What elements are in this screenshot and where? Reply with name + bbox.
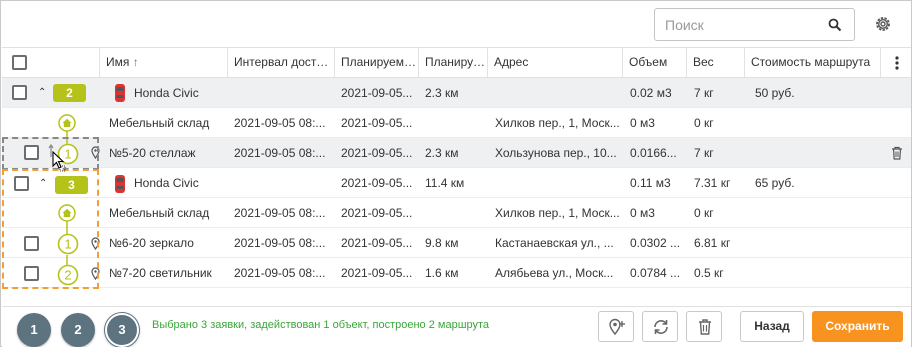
column-header-planned-time[interactable]: Планируемое время [334,48,418,77]
search-input[interactable] [665,15,825,35]
trash-icon [699,319,711,335]
column-header-planned-mileage[interactable]: Планируемый пробег [418,48,487,77]
mouse-cursor-icon [52,151,66,172]
planned-time: 2021-09-05... [341,176,413,190]
step-circle-1[interactable]: 1 [17,313,51,347]
save-button[interactable]: Сохранить [812,311,903,342]
column-header-address[interactable]: Адрес [487,48,622,77]
order-name: №7-20 светильник [109,266,212,280]
vehicle-name: Honda Civic [134,86,199,100]
volume: 0.11 м3 [630,176,671,190]
planned-mileage: 2.3 км [425,86,459,100]
volume: 0 м3 [630,206,655,220]
warehouse-row[interactable]: Мебельный склад 2021-09-05 08:... 2021-0… [2,108,911,138]
warehouse-row[interactable]: Мебельный склад 2021-09-05 08:... 2021-0… [2,198,911,228]
order-name: №6-20 зеркало [109,236,194,250]
weight: 7.31 кг [694,176,731,190]
address: Алябьева ул., Моск... [495,266,614,280]
weight: 7 кг [694,146,714,160]
refresh-icon [654,320,668,334]
delivery-interval: 2021-09-05 08:... [234,146,326,160]
delete-button[interactable] [686,311,722,342]
planned-mileage: 11.4 км [425,176,465,190]
planned-time: 2021-09-05... [341,146,413,160]
person-pin-icon [609,318,625,336]
warehouse-name: Мебельный склад [109,206,210,220]
column-header-cost[interactable]: Стоимость маршрута [744,48,880,77]
volume: 0 м3 [630,116,655,130]
route-cost: 65 руб. [755,176,795,190]
volume: 0.0166... [630,146,677,160]
planned-time: 2021-09-05... [341,236,413,250]
volume: 0.0302 ... [630,236,681,250]
volume: 0.02 м3 [630,86,672,100]
delivery-interval: 2021-09-05 08:... [234,236,326,250]
trash-icon[interactable] [891,146,903,160]
search-icon[interactable] [828,18,842,32]
volume: 0.0784 ... [630,266,681,280]
column-header-weight[interactable]: Вес [686,48,744,77]
assign-vehicle-button[interactable] [598,311,634,342]
address: Хилков пер., 1, Моск... [495,116,620,130]
address: Хользунова пер., 10... [495,146,617,160]
address: Кастанаевская ул., ... [495,236,614,250]
delivery-interval: 2021-09-05 08:... [234,116,326,130]
planned-mileage: 2.3 км [425,146,459,160]
gear-icon[interactable] [874,15,892,33]
planned-mileage: 1.6 км [425,266,459,280]
order-row[interactable]: 2 №7-20 светильник 2021-09-05 08:... 202… [2,258,911,288]
planned-time: 2021-09-05... [341,266,413,280]
order-name: №5-20 стеллаж [109,146,196,160]
vehicle-name: Honda Civic [134,176,199,190]
warehouse-name: Мебельный склад [109,116,210,130]
more-vertical-icon[interactable] [894,56,900,70]
planned-mileage: 9.8 км [425,236,459,250]
route-row[interactable]: ⌃ 2 Honda Civic 2021-09-05... 2.3 км 0.0… [2,78,911,108]
delivery-interval: 2021-09-05 08:... [234,266,326,280]
planned-time: 2021-09-05... [341,116,413,130]
order-row[interactable]: 1 №5-20 стеллаж 2021-09-05 08:... 2021-0… [2,138,911,168]
drag-source-outline [2,137,99,170]
weight: 0.5 кг [694,266,724,280]
app-window: Имя ↑ Интервал доставки Планируемое врем… [0,0,912,347]
drop-target-outline [2,169,99,289]
weight: 0 кг [694,206,714,220]
step-circle-2[interactable]: 2 [61,313,95,347]
weight: 6.81 кг [694,236,731,250]
weight: 7 кг [694,86,714,100]
route-row[interactable]: ⌃ 3 Honda Civic 2021-09-05... 11.4 км 0.… [2,168,911,198]
planned-time: 2021-09-05... [341,206,413,220]
column-header-interval[interactable]: Интервал доставки [227,48,334,77]
address: Хилков пер., 1, Моск... [495,206,620,220]
column-header-volume[interactable]: Объем [622,48,686,77]
order-row[interactable]: 1 №6-20 зеркало 2021-09-05 08:... 2021-0… [2,228,911,258]
column-menu-button[interactable] [880,48,911,77]
planned-time: 2021-09-05... [341,86,413,100]
back-button[interactable]: Назад [740,311,804,342]
delivery-interval: 2021-09-05 08:... [234,206,326,220]
table-header: Имя ↑ Интервал доставки Планируемое врем… [2,47,911,78]
selection-status-text: Выбрано 3 заявки, задействован 1 объект,… [152,319,490,331]
search-box[interactable] [654,8,855,41]
rebuild-routes-button[interactable] [642,311,678,342]
weight: 0 кг [694,116,714,130]
step-circle-3[interactable]: 3 [105,313,139,347]
route-cost: 50 руб. [755,86,795,100]
